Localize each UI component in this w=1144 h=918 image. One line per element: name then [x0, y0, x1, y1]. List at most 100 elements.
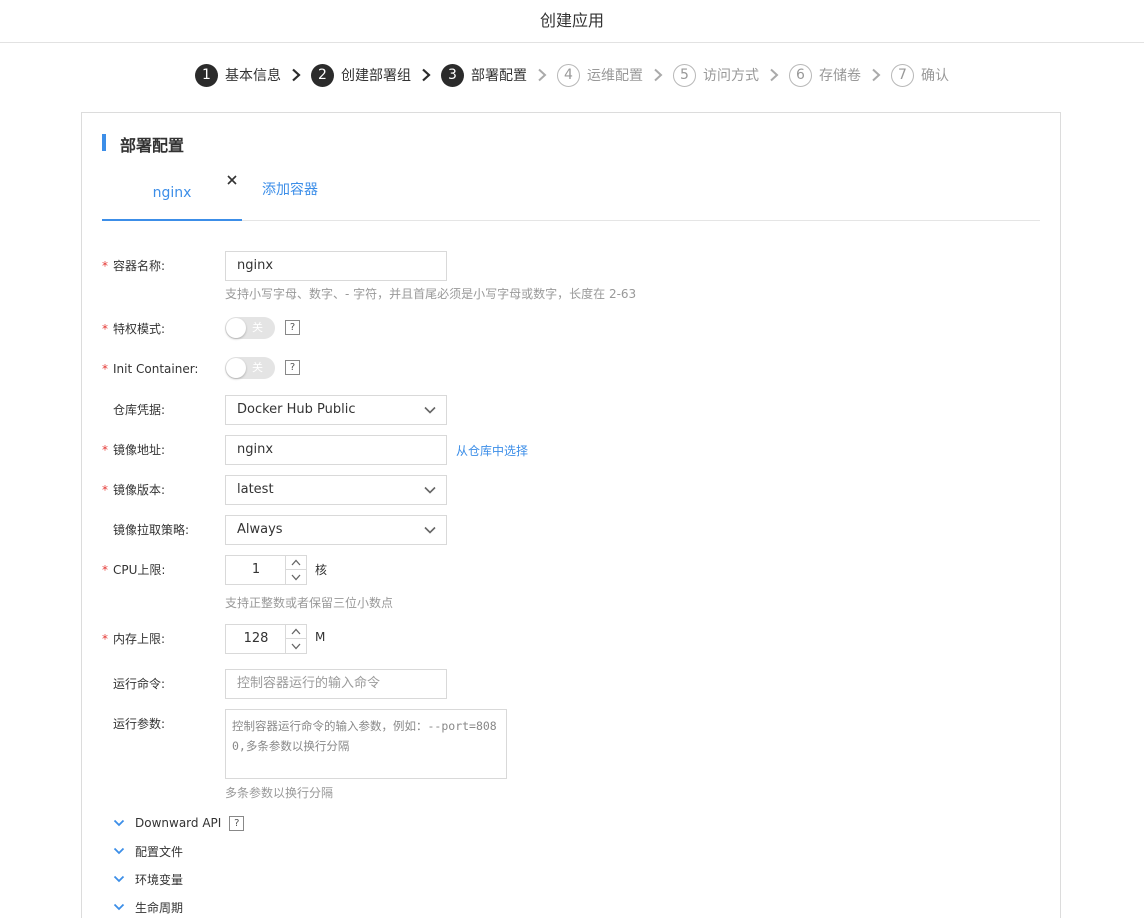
required-mark: * — [102, 259, 108, 273]
init-container-toggle[interactable]: 关 — [225, 357, 275, 379]
pull-policy-label: *镜像拉取策略: — [113, 523, 190, 537]
step-number: 4 — [557, 63, 580, 87]
select-from-registry-link[interactable]: 从仓库中选择 — [456, 442, 528, 459]
decrement-button[interactable] — [286, 570, 306, 584]
step-number: 3 — [441, 63, 464, 87]
chevron-right-icon — [415, 63, 437, 87]
chevron-down-icon — [112, 872, 126, 886]
image-tag-select[interactable]: latest — [225, 475, 447, 505]
step-label: 确认 — [921, 68, 949, 84]
increment-button[interactable] — [286, 625, 306, 639]
container-name-hint: 支持小写字母、数字、- 字符，并且首尾必须是小写字母或数字，长度在 2-63 — [225, 287, 637, 301]
required-mark: * — [102, 563, 108, 577]
chevron-down-icon — [424, 406, 436, 414]
registry-label: *仓库凭据: — [113, 403, 166, 417]
collapse-env-vars[interactable]: 环境变量 — [112, 869, 183, 889]
cpu-label: * CPU上限: — [102, 555, 222, 585]
top-bar: 创建应用 — [0, 0, 1144, 43]
required-mark: * — [102, 443, 108, 457]
step-label: 访问方式 — [703, 68, 759, 84]
image-label: * 镜像地址: — [102, 435, 222, 465]
increment-button[interactable] — [286, 556, 306, 570]
privileged-toggle[interactable]: 关 — [225, 317, 275, 339]
help-icon[interactable]: ? — [285, 320, 300, 335]
chevron-right-icon — [531, 63, 553, 87]
privileged-row: * 特权模式: 关 ? — [102, 314, 1002, 344]
collapse-label: 环境变量 — [135, 872, 184, 887]
collapse-downward-api[interactable]: Downward API ? — [112, 813, 245, 833]
container-name-input[interactable]: nginx — [225, 251, 447, 281]
step-label: 部署配置 — [471, 68, 527, 84]
tab-nginx[interactable]: nginx — [102, 170, 242, 221]
step-3: 3 部署配置 — [441, 63, 527, 87]
chevron-down-icon — [112, 900, 126, 914]
command-label: *运行命令: — [113, 677, 166, 691]
memory-value[interactable]: 128 — [226, 625, 286, 653]
args-textarea[interactable]: 控制容器运行命令的输入参数，例如：--port=8080,多条参数以换行分隔 — [225, 709, 507, 779]
step-7: 7 确认 — [891, 63, 949, 87]
step-label: 存储卷 — [819, 68, 861, 84]
step-number: 6 — [789, 63, 812, 87]
stepper-buttons — [285, 556, 306, 584]
step-1: 1 基本信息 — [195, 63, 281, 87]
memory-stepper[interactable]: 128 — [225, 624, 307, 654]
cpu-row: * CPU上限: 1 核 支持正整数或者保留三位小数点 — [102, 555, 1002, 611]
step-label: 运维配置 — [587, 68, 643, 84]
step-number: 1 — [195, 63, 218, 87]
cpu-hint: 支持正整数或者保留三位小数点 — [225, 596, 394, 610]
cpu-unit: 核 — [315, 563, 328, 577]
page-title: 创建应用 — [539, 11, 604, 30]
command-row: *运行命令: 控制容器运行的输入命令 — [102, 669, 1002, 699]
memory-label: * 内存上限: — [102, 624, 222, 654]
deploy-config-panel: 部署配置 nginx 添加容器 * 容器名称: nginx 支持小写字母、数字、-… — [81, 112, 1061, 918]
collapse-label: Downward API — [135, 816, 222, 830]
init-container-row: * Init Container: 关 ? — [102, 354, 1002, 384]
image-input[interactable]: nginx — [225, 435, 447, 465]
chevron-right-icon — [285, 63, 307, 87]
section-title: 部署配置 — [120, 136, 185, 155]
section-marker — [102, 134, 106, 151]
help-icon[interactable]: ? — [229, 815, 245, 831]
step-number: 7 — [891, 63, 914, 87]
cpu-value[interactable]: 1 — [226, 556, 286, 584]
args-row: *运行参数: 控制容器运行命令的输入参数，例如：--port=8080,多条参数… — [102, 709, 1002, 801]
collapse-label: 生命周期 — [135, 900, 184, 915]
add-container-button[interactable]: 添加容器 — [262, 170, 318, 210]
command-input[interactable]: 控制容器运行的输入命令 — [225, 669, 447, 699]
container-tabs: nginx 添加容器 — [102, 170, 1040, 221]
toggle-state: 关 — [252, 321, 263, 334]
chevron-down-icon — [112, 844, 126, 858]
args-label: *运行参数: — [113, 717, 166, 731]
memory-row: * 内存上限: 128 M — [102, 624, 1002, 654]
step-indicator: 1 基本信息 2 创建部署组 3 部署配置 4 运维配置 5 访问方式 6 存储… — [0, 63, 1144, 87]
container-name-label: * 容器名称: — [102, 251, 222, 281]
chevron-down-icon — [112, 816, 126, 830]
step-2: 2 创建部署组 — [311, 63, 411, 87]
step-6: 6 存储卷 — [789, 63, 861, 87]
chevron-right-icon — [763, 63, 785, 87]
close-icon[interactable] — [225, 173, 239, 187]
cpu-stepper[interactable]: 1 — [225, 555, 307, 585]
image-row: * 镜像地址: nginx 从仓库中选择 — [102, 435, 1002, 465]
decrement-button[interactable] — [286, 639, 306, 653]
args-hint: 多条参数以换行分隔 — [225, 786, 334, 800]
pull-policy-select[interactable]: Always — [225, 515, 447, 545]
collapse-lifecycle[interactable]: 生命周期 — [112, 897, 183, 917]
registry-select[interactable]: Docker Hub Public — [225, 395, 447, 425]
toggle-knob — [226, 358, 246, 378]
collapse-config-files[interactable]: 配置文件 — [112, 841, 183, 861]
required-mark: * — [102, 483, 108, 497]
stepper-buttons — [285, 625, 306, 653]
step-number: 5 — [673, 63, 696, 87]
chevron-right-icon — [865, 63, 887, 87]
registry-row: *仓库凭据: Docker Hub Public — [102, 395, 1002, 425]
chevron-down-icon — [424, 526, 436, 534]
memory-unit: M — [315, 630, 326, 644]
required-mark: * — [102, 362, 108, 376]
help-icon[interactable]: ? — [285, 360, 300, 375]
required-mark: * — [102, 322, 108, 336]
step-4: 4 运维配置 — [557, 63, 643, 87]
toggle-state: 关 — [252, 361, 263, 374]
chevron-down-icon — [424, 486, 436, 494]
pull-policy-value: Always — [237, 522, 283, 537]
